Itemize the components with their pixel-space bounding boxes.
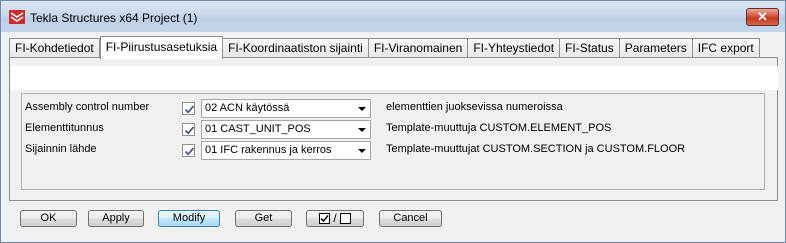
- row-dropdown[interactable]: 01 IFC rakennus ja kerros: [201, 141, 371, 160]
- close-icon: ✕: [757, 9, 768, 24]
- tab-fi-viranomainen[interactable]: FI-Viranomainen: [368, 38, 469, 58]
- row-checkbox[interactable]: [182, 123, 195, 136]
- tab-fi-piirustusasetuksia[interactable]: FI-Piirustusasetuksia: [99, 36, 224, 59]
- dialog-window: Tekla Structures x64 Project (1) ✕ FI-Ko…: [0, 0, 786, 243]
- row-label: Sijainnin lähde: [25, 143, 97, 155]
- ok-button[interactable]: OK: [20, 210, 77, 227]
- row-note: Template-muuttuja CUSTOM.ELEMENT_POS: [386, 122, 612, 134]
- title-bar[interactable]: Tekla Structures x64 Project (1) ✕: [1, 1, 785, 32]
- toggle-all-checkboxes-button[interactable]: /: [306, 210, 364, 227]
- setting-row-elementtitunnus: Elementtitunnus 01 CAST_UNIT_POS Templat…: [25, 120, 765, 140]
- row-note: elementtien juoksevissa numeroissa: [386, 101, 563, 113]
- check-icon: [184, 147, 195, 156]
- tab-ifc-export[interactable]: IFC export: [692, 38, 760, 58]
- get-button[interactable]: Get: [235, 210, 292, 227]
- row-checkbox[interactable]: [182, 102, 195, 115]
- row-note: Template-muuttujat CUSTOM.SECTION ja CUS…: [386, 143, 686, 155]
- apply-button[interactable]: Apply: [88, 210, 144, 227]
- chevron-down-icon[interactable]: [358, 149, 366, 153]
- close-button[interactable]: ✕: [746, 8, 779, 26]
- tab-fi-status[interactable]: FI-Status: [560, 38, 620, 58]
- check-icon: [184, 105, 195, 114]
- tab-fi-yhteystiedot[interactable]: FI-Yhteystiedot: [468, 38, 561, 58]
- setting-row-sijainnin-lahde: Sijainnin lähde 01 IFC rakennus ja kerro…: [25, 141, 765, 161]
- tab-strip: FI-Kohdetiedot FI-Piirustusasetuksia FI-…: [9, 36, 760, 59]
- checked-box-icon: [319, 213, 331, 224]
- chevron-down-icon[interactable]: [358, 107, 366, 111]
- tekla-logo-icon: [9, 10, 25, 24]
- dropdown-value: 01 CAST_UNIT_POS: [205, 123, 311, 135]
- tab-fi-kohdetiedot[interactable]: FI-Kohdetiedot: [9, 38, 100, 58]
- cancel-button[interactable]: Cancel: [379, 210, 442, 227]
- tab-parameters[interactable]: Parameters: [619, 38, 693, 58]
- setting-row-assembly-control-number: Assembly control number 02 ACN käytössä …: [25, 99, 765, 119]
- check-icon: [184, 126, 195, 135]
- window-title: Tekla Structures x64 Project (1): [30, 11, 198, 25]
- dropdown-value: 02 ACN käytössä: [205, 102, 290, 114]
- row-label: Elementtitunnus: [25, 122, 104, 134]
- row-checkbox[interactable]: [182, 144, 195, 157]
- row-dropdown[interactable]: 02 ACN käytössä: [201, 99, 371, 118]
- toggle-separator: /: [333, 211, 337, 225]
- unchecked-box-icon: [339, 213, 351, 224]
- panel-header-strip: [11, 66, 778, 90]
- chevron-down-icon[interactable]: [358, 128, 366, 132]
- dropdown-value: 01 IFC rakennus ja kerros: [205, 144, 332, 156]
- row-dropdown[interactable]: 01 CAST_UNIT_POS: [201, 120, 371, 139]
- row-label: Assembly control number: [25, 101, 150, 113]
- modify-button[interactable]: Modify: [158, 210, 220, 227]
- tab-fi-koordinaatiston-sijainti[interactable]: FI-Koordinaatiston sijainti: [223, 38, 369, 58]
